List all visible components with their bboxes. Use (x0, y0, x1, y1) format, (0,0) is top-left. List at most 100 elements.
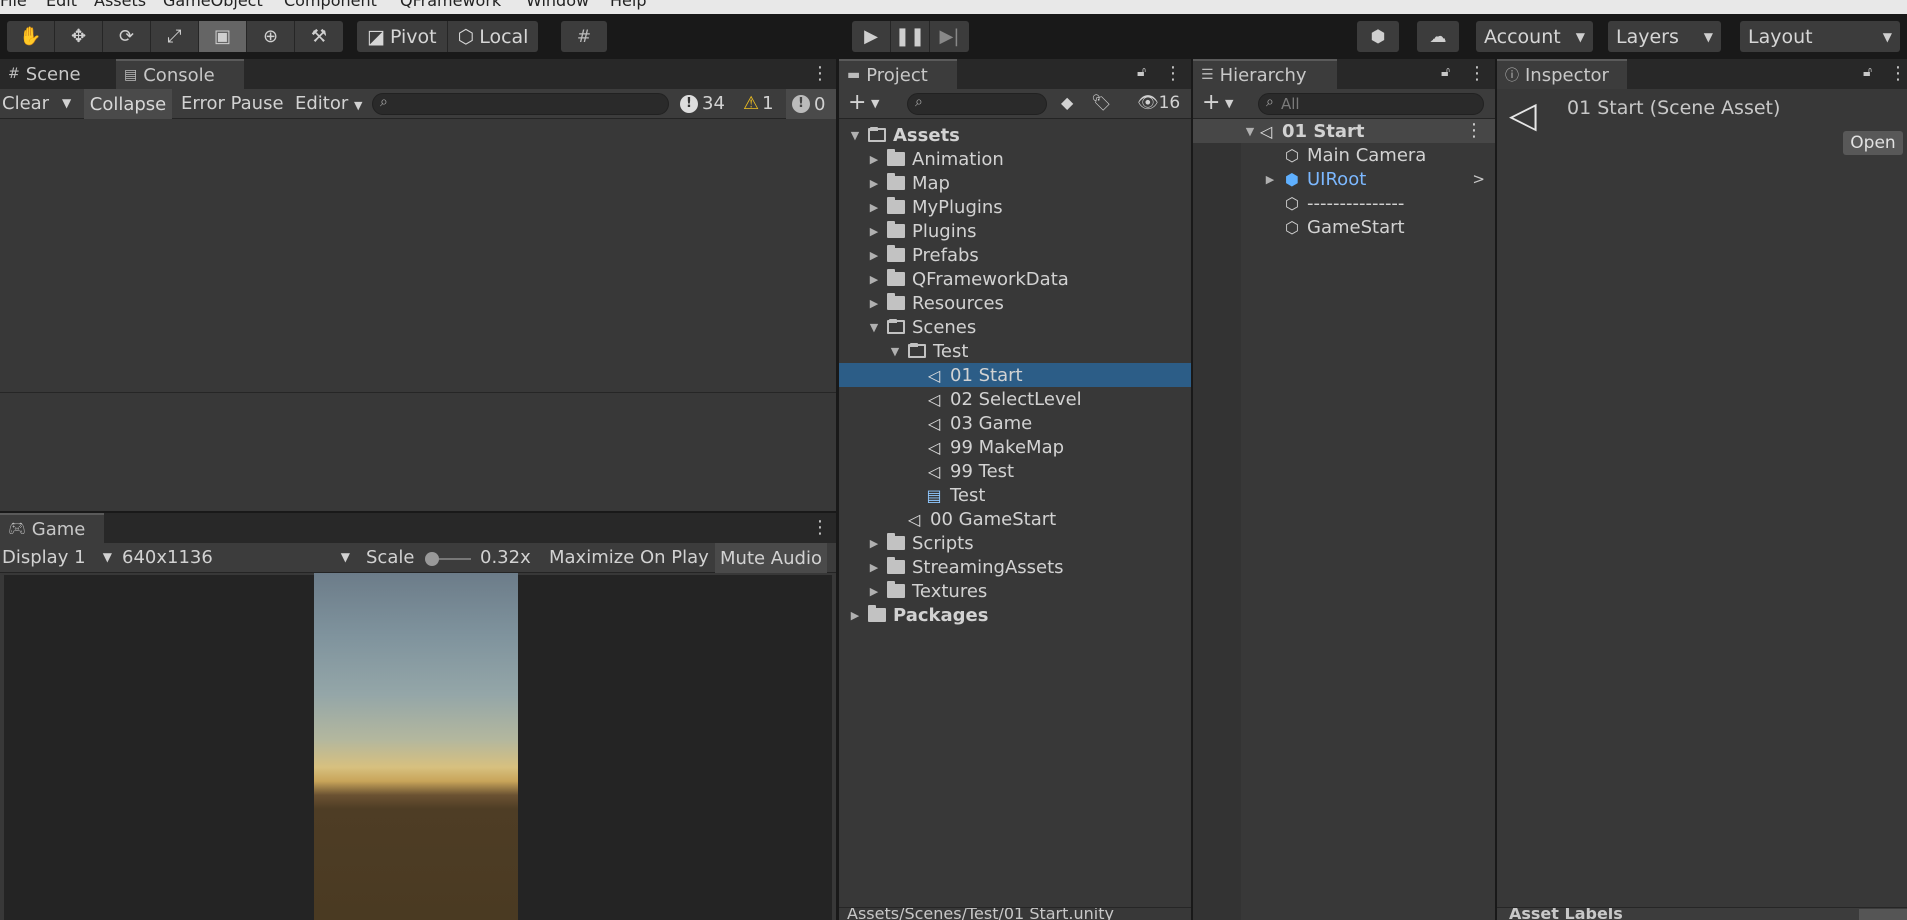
expand-arrow-icon[interactable]: ▶ (867, 273, 881, 286)
error-pause-toggle[interactable]: Error Pause (181, 93, 284, 114)
tab-scene[interactable]: # Scene (0, 59, 116, 89)
hidden-packages-toggle[interactable]: 👁︎16 (1137, 93, 1180, 113)
tree-row-resources[interactable]: ▶ Resources (839, 291, 1191, 315)
lock-icon[interactable]: 🔓︎ (1863, 64, 1872, 80)
tab-console[interactable]: ▤ Console (116, 59, 244, 89)
tab-inspector[interactable]: ⓘ Inspector (1497, 59, 1627, 89)
inspector-menu-icon[interactable]: ⋮ (1889, 65, 1907, 83)
transform-tool-icon[interactable]: ⊕ (247, 21, 295, 52)
expand-arrow-icon[interactable]: ▶ (867, 537, 881, 550)
menu-window[interactable]: Window (526, 0, 589, 10)
hierarchy-item-gamestart[interactable]: ⬡ GameStart (1193, 215, 1495, 239)
panel-splitter[interactable] (1191, 59, 1193, 920)
hierarchy-search-input[interactable]: All (1258, 93, 1484, 115)
panel-splitter[interactable] (0, 511, 836, 513)
expand-arrow-icon[interactable]: ▶ (867, 561, 881, 574)
panel-splitter[interactable] (836, 59, 839, 920)
scale-tool-icon[interactable]: ⤢ (151, 21, 199, 52)
collapse-toggle[interactable]: Collapse (84, 89, 172, 119)
warning-count-toggle[interactable]: ⚠ 1 (743, 93, 774, 114)
hierarchy-item-uiroot[interactable]: ▶ ⬢ UIRoot > (1193, 167, 1495, 191)
menu-qframework[interactable]: QFramework (400, 0, 501, 10)
menu-assets[interactable]: Assets (94, 0, 146, 10)
tree-row-test-asset[interactable]: ▤ Test (839, 483, 1191, 507)
tree-row-99-test[interactable]: ◁ 99 Test (839, 459, 1191, 483)
chevron-right-icon[interactable]: > (1472, 170, 1485, 188)
create-plus-icon[interactable]: + (1202, 90, 1220, 115)
game-menu-icon[interactable]: ⋮ (811, 519, 829, 537)
tree-row-assets[interactable]: ▼ Assets (839, 123, 1191, 147)
chevron-down-icon[interactable]: ▼ (1225, 97, 1233, 110)
lock-icon[interactable]: 🔓︎ (1137, 64, 1146, 80)
search-by-label-icon[interactable]: 🏷︎ (1091, 93, 1111, 112)
clear-options-icon[interactable]: ▼ (62, 96, 71, 110)
mute-audio-toggle[interactable]: Mute Audio (715, 543, 827, 573)
search-by-type-icon[interactable]: ◆ (1061, 93, 1073, 112)
tree-row-plugins[interactable]: ▶ Plugins (839, 219, 1191, 243)
expand-arrow-icon[interactable]: ▶ (867, 201, 881, 214)
clear-button[interactable]: Clear (2, 93, 49, 114)
custom-tool-icon[interactable]: ⚒ (295, 21, 343, 52)
tree-row-test-folder[interactable]: ▼ Test (839, 339, 1191, 363)
tab-hierarchy[interactable]: ☰ Hierarchy (1193, 59, 1337, 89)
menu-edit[interactable]: Edit (46, 0, 77, 10)
inspector-header-menu-icon[interactable]: ⋮ (1899, 99, 1907, 120)
hierarchy-item-separator[interactable]: ⬡ --------------- (1193, 191, 1495, 215)
play-icon[interactable]: ▶ (852, 21, 891, 52)
collab-icon[interactable]: ⬢ (1357, 21, 1399, 52)
tree-row-packages[interactable]: ▶ Packages (839, 603, 1191, 627)
step-icon[interactable]: ▶| (930, 21, 969, 52)
expand-arrow-icon[interactable]: ▼ (867, 321, 881, 334)
project-menu-icon[interactable]: ⋮ (1164, 65, 1182, 83)
rotate-tool-icon[interactable]: ⟳ (103, 21, 151, 52)
tab-game[interactable]: 🎮︎ Game (0, 513, 104, 543)
pivot-toggle[interactable]: ◪ Pivot (357, 21, 448, 52)
maximize-on-play-toggle[interactable]: Maximize On Play (549, 547, 709, 568)
move-tool-icon[interactable]: ✥ (55, 21, 103, 52)
scene-menu-icon[interactable]: ⋮ (1465, 120, 1483, 141)
account-dropdown[interactable]: Account ▼ (1476, 21, 1593, 52)
tree-row-01-start[interactable]: ◁ 01 Start (839, 363, 1191, 387)
expand-arrow-icon[interactable]: ▼ (848, 129, 862, 142)
tree-row-animation[interactable]: ▶ Animation (839, 147, 1191, 171)
panel-splitter[interactable] (1495, 59, 1497, 920)
hierarchy-item-main-camera[interactable]: ⬡ Main Camera (1193, 143, 1495, 167)
tab-project[interactable]: ▬ Project (839, 59, 957, 89)
tree-row-scenes[interactable]: ▼ Scenes (839, 315, 1191, 339)
menu-help[interactable]: Help (610, 0, 646, 10)
layout-dropdown[interactable]: Layout ▼ (1740, 21, 1900, 52)
tree-row-03-game[interactable]: ◁ 03 Game (839, 411, 1191, 435)
scale-slider-handle[interactable] (425, 552, 439, 566)
expand-arrow-icon[interactable]: ▶ (848, 609, 862, 622)
layers-dropdown[interactable]: Layers ▼ (1608, 21, 1721, 52)
hierarchy-menu-icon[interactable]: ⋮ (1468, 65, 1486, 83)
expand-arrow-icon[interactable]: ▼ (888, 345, 902, 358)
cloud-icon[interactable]: ☁ (1417, 21, 1459, 52)
grid-snap-icon[interactable]: # (561, 21, 607, 52)
create-plus-icon[interactable]: + (848, 90, 866, 115)
local-toggle[interactable]: ⬡ Local (448, 21, 539, 52)
lock-icon[interactable]: 🔓︎ (1441, 64, 1450, 80)
console-search-input[interactable] (372, 93, 669, 115)
expand-arrow-icon[interactable]: ▶ (867, 177, 881, 190)
hand-tool-icon[interactable]: ✋ (7, 21, 55, 52)
tree-row-prefabs[interactable]: ▶ Prefabs (839, 243, 1191, 267)
expand-arrow-icon[interactable]: ▶ (867, 225, 881, 238)
tree-row-scripts[interactable]: ▶ Scripts (839, 531, 1191, 555)
log-count-toggle[interactable]: ! 34 (680, 93, 725, 114)
expand-arrow-icon[interactable]: ▶ (1263, 173, 1277, 186)
tree-row-textures[interactable]: ▶ Textures (839, 579, 1191, 603)
menu-gameobject[interactable]: GameObject (163, 0, 263, 10)
expand-arrow-icon[interactable]: ▼ (1243, 125, 1257, 138)
resolution-dropdown[interactable]: 640x1136 ▼ (122, 547, 350, 568)
editor-dropdown[interactable]: Editor ▼ (295, 93, 362, 114)
pause-icon[interactable]: ❚❚ (891, 21, 930, 52)
project-search-input[interactable] (907, 93, 1047, 115)
console-split-divider[interactable] (0, 392, 836, 393)
tree-row-qframeworkdata[interactable]: ▶ QFrameworkData (839, 267, 1191, 291)
tree-row-00-gamestart[interactable]: ◁ 00 GameStart (839, 507, 1191, 531)
display-dropdown[interactable]: Display 1 ▼ (2, 547, 112, 568)
expand-arrow-icon[interactable]: ▶ (867, 153, 881, 166)
menu-file[interactable]: File (0, 0, 27, 10)
open-button[interactable]: Open (1843, 131, 1903, 155)
